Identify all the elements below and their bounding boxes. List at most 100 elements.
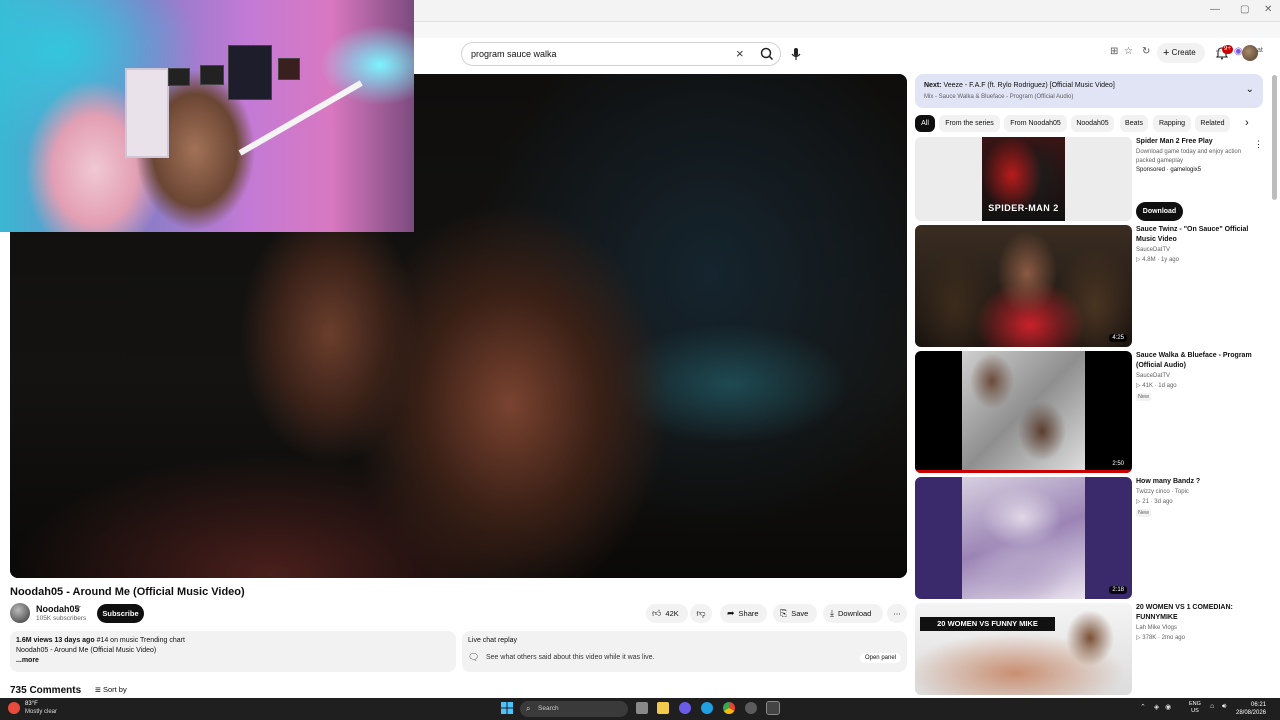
rec-title[interactable]: How many Bandz ? — [1136, 477, 1256, 487]
ad-thumbnail[interactable]: SPIDER-MAN 2 — [915, 137, 1132, 221]
chevron-down-icon[interactable]: ⌄ — [1246, 84, 1254, 95]
share-button[interactable]: ➦ Share — [720, 604, 767, 623]
album-cover-art — [962, 477, 1085, 599]
rec-channel[interactable]: SauceDatTV — [1136, 246, 1170, 255]
next-up-title: Next: Veeze - F.A.F (ft. Rylo Rodriguez)… — [924, 82, 1115, 89]
rec-title[interactable]: Sauce Walka & Blueface - Program (Offici… — [1136, 351, 1256, 371]
video-description[interactable]: 1.6M views 13 days ago #14 on music Tren… — [10, 631, 456, 672]
rec-thumbnail[interactable]: 2:50 — [915, 351, 1132, 473]
recommendation-item[interactable]: 20 WOMEN VS FUNNY MIKE 20 WOMEN VS 1 COM… — [915, 603, 1263, 695]
weather-desc[interactable]: Mostly clear — [25, 709, 57, 715]
more-vert-icon[interactable]: ⋮ — [1254, 139, 1263, 150]
rec-title[interactable]: Sauce Twinz - "On Sauce" Official Music … — [1136, 225, 1256, 245]
teams-icon[interactable] — [679, 702, 691, 714]
rec-ad-text: Download game today and enjoy action pac… — [1136, 149, 1242, 164]
rec-channel[interactable]: SauceDatTV — [1136, 372, 1170, 381]
webcam-poster — [228, 45, 272, 100]
system-tray[interactable]: ⌃ ◈ ◉ — [1140, 703, 1171, 711]
duration-badge: 2:18 — [1109, 586, 1127, 594]
star-icon[interactable]: ☆ — [1124, 46, 1133, 57]
more-link[interactable]: ...more — [16, 656, 450, 666]
subscribe-button[interactable]: Subscribe — [97, 604, 144, 623]
channel-avatar[interactable] — [10, 603, 30, 623]
tray-app-icon[interactable]: ◉ — [1165, 704, 1171, 711]
windows-taskbar: 83°F Mostly clear ⌕ Search ⌃ ◈ ◉ ENG US … — [0, 698, 1280, 720]
view-count: 1.6M views — [16, 637, 53, 644]
recommendation-item[interactable]: 2:18 How many Bandz ? Twizzy cinco · Top… — [915, 477, 1263, 599]
task-view-icon[interactable] — [636, 702, 648, 714]
more-icon: ⋯ — [893, 609, 901, 618]
recommendation-item[interactable]: 2:50 Sauce Walka & Blueface - Program (O… — [915, 351, 1263, 473]
weather-temp[interactable]: 83°F — [25, 701, 38, 707]
minimize-icon[interactable]: — — [1210, 4, 1220, 15]
search-icon[interactable] — [756, 45, 778, 63]
upload-age: 13 days ago — [54, 637, 95, 644]
search-input[interactable]: program sauce walka × — [461, 42, 781, 66]
thumbs-up-icon: 👍︎ — [652, 608, 662, 618]
rec-title[interactable]: 20 WOMEN VS 1 COMEDIAN: FUNNYMIKE — [1136, 603, 1256, 623]
obs-icon[interactable] — [745, 702, 757, 714]
thumbs-down-icon: 👎︎ — [696, 608, 706, 618]
new-badge: New — [1136, 509, 1152, 517]
trending-rank[interactable]: #14 on music Trending chart — [97, 637, 185, 644]
next-up-card[interactable]: Next: Veeze - F.A.F (ft. Rylo Rodriguez)… — [915, 74, 1263, 108]
chip-from-the-series[interactable]: From the series — [939, 115, 1000, 132]
account-avatar[interactable] — [1242, 45, 1258, 61]
ad-download-button[interactable]: Download — [1136, 202, 1183, 221]
duration-badge: 2:50 — [1109, 460, 1127, 468]
clock-date: 28/08/2026 — [1236, 710, 1267, 716]
channel-name[interactable]: Noodah05 — [36, 604, 80, 614]
chevron-up-icon[interactable]: ⌃ — [1140, 704, 1146, 711]
apps-icon[interactable]: ⊞ — [1110, 46, 1118, 57]
like-button[interactable]: 👍︎ 42K — [646, 604, 688, 623]
maximize-icon[interactable]: ▢ — [1240, 4, 1249, 15]
taskbar-search[interactable]: ⌕ Search — [520, 701, 628, 717]
live-chat-replay: Live chat replay 🗨︎ See what others said… — [462, 631, 907, 672]
rec-thumbnail[interactable]: 2:18 — [915, 477, 1132, 599]
create-button[interactable]: + Create — [1157, 43, 1205, 63]
chrome-icon[interactable] — [723, 702, 735, 714]
tray-app-icon[interactable]: ◈ — [1154, 704, 1159, 711]
volume-icon[interactable]: 🔊︎ — [1222, 703, 1226, 711]
refresh-icon[interactable]: ↻ — [1142, 46, 1150, 57]
chip-all[interactable]: All — [915, 115, 935, 132]
chip-related[interactable]: Related — [1195, 115, 1230, 132]
sort-by-button[interactable]: ≡ Sort by — [95, 685, 127, 696]
chip-beats[interactable]: Beats — [1120, 115, 1148, 132]
dislike-button[interactable]: 👎︎ — [690, 604, 712, 623]
chat-replay-text: See what others said about this video wh… — [486, 654, 655, 661]
more-actions-button[interactable]: ⋯ — [887, 604, 907, 623]
download-label: Download — [837, 609, 872, 618]
comments-count: 735 Comments — [10, 685, 82, 696]
verified-icon: ✔ — [75, 604, 82, 613]
download-button[interactable]: ⤓ Download — [823, 604, 883, 623]
language-indicator[interactable]: ENG US — [1189, 701, 1201, 715]
file-explorer-icon[interactable] — [657, 702, 669, 714]
chevron-right-icon[interactable]: › — [1245, 117, 1249, 129]
settings-app-icon[interactable] — [766, 701, 780, 715]
rec-title[interactable]: Spider Man 2 Free Play — [1136, 137, 1256, 147]
save-button[interactable]: ⎘ Save — [773, 604, 817, 623]
mic-icon[interactable] — [787, 45, 805, 63]
rec-channel[interactable]: Lah Mike Vlogs — [1136, 624, 1177, 633]
search-query[interactable]: program sauce walka — [471, 49, 557, 59]
sort-label: Sort by — [102, 685, 127, 694]
chip-from-noodah05[interactable]: From Noodah05 — [1004, 115, 1067, 132]
rec-stats: ▷ 21 · 3d ago — [1136, 499, 1173, 505]
scrollbar-thumb[interactable] — [1272, 75, 1277, 200]
windows-start-icon[interactable] — [501, 702, 513, 714]
chip-rapping[interactable]: Rapping — [1153, 115, 1191, 132]
clear-search-icon[interactable]: × — [736, 46, 744, 61]
recommendation-item[interactable]: 4:25 Sauce Twinz - "On Sauce" Official M… — [915, 225, 1263, 347]
chip-noodah05[interactable]: Noodah05 — [1071, 115, 1114, 132]
open-panel-button[interactable]: Open panel — [859, 653, 901, 663]
network-icon[interactable]: ⌂ — [1210, 703, 1214, 710]
recommendation-ad[interactable]: SPIDER-MAN 2 Spider Man 2 Free Play Down… — [915, 137, 1263, 221]
rec-channel[interactable]: Twizzy cinco · Topic — [1136, 488, 1189, 497]
rec-thumbnail[interactable]: 4:25 — [915, 225, 1132, 347]
edge-icon[interactable] — [701, 702, 713, 714]
weather-icon[interactable] — [8, 702, 20, 714]
rec-thumbnail[interactable]: 20 WOMEN VS FUNNY MIKE — [915, 603, 1132, 695]
close-window-icon[interactable]: ✕ — [1264, 4, 1272, 15]
clock[interactable]: 06:21 28/08/2026 — [1236, 701, 1266, 717]
